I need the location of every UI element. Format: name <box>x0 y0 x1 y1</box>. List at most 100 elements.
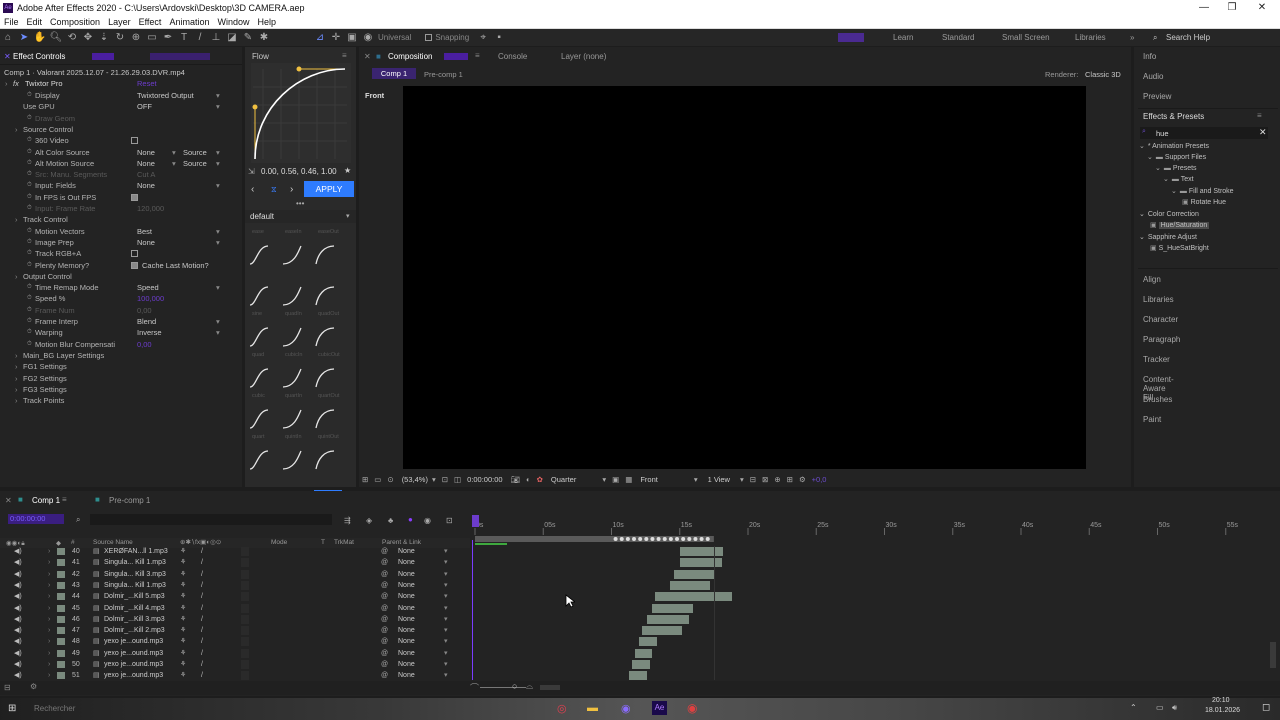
3d-switch[interactable] <box>241 671 249 681</box>
effect-row[interactable]: ⏱ Motion Blur Compensati 0,00 <box>0 339 242 350</box>
frame-blending-icon[interactable]: ● <box>408 515 413 524</box>
menu-file[interactable]: File <box>0 17 23 27</box>
layer-duration-bar[interactable] <box>679 558 723 568</box>
expand-chevron-icon[interactable]: ⌄ <box>1147 154 1153 161</box>
expand-chevron-icon[interactable]: › <box>15 124 18 135</box>
effect-row[interactable]: › FG3 Settings <box>0 384 242 395</box>
parent-select[interactable]: None <box>398 546 415 557</box>
preset-curve-thumbnail[interactable] <box>314 367 338 391</box>
eraser-tool-icon[interactable]: ◪ <box>224 30 240 45</box>
effect-property-value[interactable]: 0,00 <box>137 305 152 316</box>
preset-curve-thumbnail[interactable] <box>248 449 272 473</box>
label-color-swatch[interactable] <box>57 548 65 555</box>
effect-row[interactable]: ⏱ Frame Interp Blend ▾ <box>0 316 242 327</box>
quality-switch-icon[interactable]: / <box>201 546 203 557</box>
chrome-icon[interactable]: ◉ <box>687 701 697 715</box>
effect-row[interactable]: › FG2 Settings <box>0 373 242 384</box>
preset-curve-thumbnail[interactable] <box>248 326 272 350</box>
menu-help[interactable]: Help <box>253 17 280 27</box>
quality-switch-icon[interactable]: / <box>201 670 203 681</box>
layer-duration-bar[interactable] <box>638 637 657 647</box>
preset-curve-thumbnail[interactable] <box>314 408 338 432</box>
effect-row[interactable]: › FG1 Settings <box>0 361 242 372</box>
3d-switch[interactable] <box>241 660 249 669</box>
pickwhip-icon[interactable]: @ <box>381 580 388 591</box>
expand-chevron-icon[interactable]: › <box>15 350 18 361</box>
pickwhip-icon[interactable]: @ <box>381 557 388 568</box>
fx-icon[interactable]: fx <box>13 78 19 89</box>
shy-switch-icon[interactable]: ⚘ <box>180 659 186 670</box>
panel-libraries[interactable]: Libraries <box>1143 295 1174 304</box>
resolution-dropdown-icon[interactable]: ▾ <box>602 475 606 484</box>
shy-layers-icon[interactable]: ♣ <box>388 516 393 525</box>
layer-row[interactable]: ◀) › 42 ▤ Singula... Kill 3.mp3 ⚘ / @ None ▾ <box>0 569 1280 580</box>
layer-name[interactable]: yexo je...ound.mp3 <box>104 648 163 659</box>
effect-property-value[interactable]: Inverse <box>137 327 162 338</box>
snapshot-icon[interactable]: 📷︎ <box>511 475 521 484</box>
volume-icon[interactable]: 🔊︎ <box>1172 703 1177 713</box>
effect-row[interactable]: ⏱ 360 Video <box>0 135 242 146</box>
parent-select[interactable]: None <box>398 603 415 614</box>
camera-view-select[interactable]: Front <box>640 475 658 484</box>
stopwatch-icon[interactable]: ⏱ <box>27 169 32 180</box>
stopwatch-icon[interactable]: ⏱ <box>27 113 32 124</box>
pen-tool-icon[interactable]: ✒ <box>160 30 176 45</box>
transparency-grid-icon[interactable]: ▦ <box>625 475 632 484</box>
layer-duration-bar[interactable] <box>646 614 690 624</box>
effect-property-value[interactable]: None <box>137 180 155 191</box>
panel-brushes[interactable]: Brushes <box>1143 395 1172 404</box>
effect-row[interactable]: ⏱ Frame Num 0,00 <box>0 305 242 316</box>
effect-property-value-scrub[interactable]: 100,000 <box>137 293 164 304</box>
quality-switch-icon[interactable]: / <box>201 569 203 580</box>
chevron-down-icon[interactable]: ▾ <box>444 569 448 580</box>
preset-group-select[interactable]: default ▾ <box>245 210 356 223</box>
windows-start-icon[interactable]: ⊞ <box>8 703 16 714</box>
clear-search-icon[interactable]: ✕ <box>1259 127 1267 138</box>
view-layout-dropdown-icon[interactable]: ▾ <box>740 475 744 484</box>
parent-select[interactable]: None <box>398 569 415 580</box>
expand-chevron-icon[interactable]: › <box>15 384 18 395</box>
layer-name[interactable]: Dolmir_...Kill 3.mp3 <box>104 614 165 625</box>
audio-toggle-icon[interactable]: ◀) <box>14 625 22 636</box>
app-icon-red[interactable]: ◎ <box>557 702 567 715</box>
toggle-switches-icon[interactable]: ⚙ <box>30 682 37 691</box>
effect-property-value[interactable]: Best <box>137 226 152 237</box>
menu-window[interactable]: Window <box>213 17 253 27</box>
stopwatch-icon[interactable]: ⏱ <box>27 282 32 293</box>
layer-row[interactable]: ◀) › 45 ▤ Dolmir_...Kill 4.mp3 ⚘ / @ None ▾ <box>0 603 1280 614</box>
stopwatch-icon[interactable]: ⏱ <box>27 158 32 169</box>
audio-toggle-icon[interactable]: ◀) <box>14 659 22 670</box>
discord-icon[interactable]: ◉ <box>621 702 631 715</box>
effect-row[interactable]: › Main_BG Layer Settings <box>0 350 242 361</box>
effect-row[interactable]: › Source Control <box>0 124 242 135</box>
notifications-icon[interactable]: ◻ <box>1262 702 1270 713</box>
layer-row[interactable]: ◀) › 43 ▤ Singula... Kill 1.mp3 ⚘ / @ None ▾ <box>0 580 1280 591</box>
expand-chevron-icon[interactable]: › <box>15 361 18 372</box>
preset-curve-thumbnail[interactable] <box>314 285 338 309</box>
maximize-button[interactable]: ❐ <box>1218 0 1246 16</box>
shy-switch-icon[interactable]: ⚘ <box>180 603 186 614</box>
axis-view-icon[interactable]: ▣ <box>344 30 360 45</box>
layer-row[interactable]: ◀) › 41 ▤ Singula... Kill 1.mp3 ⚘ / @ None ▾ <box>0 557 1280 568</box>
zoom-dropdown-icon[interactable]: ▾ <box>432 475 436 484</box>
label-color-swatch[interactable] <box>57 672 65 680</box>
expand-chevron-icon[interactable]: › <box>48 648 50 659</box>
preset-curve-thumbnail[interactable] <box>314 326 338 350</box>
shy-switch-icon[interactable]: ⚘ <box>180 670 186 681</box>
draft-3d-icon[interactable]: ◈ <box>366 516 372 525</box>
quality-switch-icon[interactable]: / <box>201 591 203 602</box>
workspace-learn[interactable]: Learn <box>893 33 913 42</box>
effect-folder[interactable]: ⌄ ▬ Support Files <box>1147 153 1206 161</box>
effect-row[interactable]: ⏱ Time Remap Mode Speed ▾ <box>0 282 242 293</box>
preset-curve-thumbnail[interactable] <box>314 244 338 268</box>
effect-row[interactable]: ⏱ Warping Inverse ▾ <box>0 327 242 338</box>
label-color-swatch[interactable] <box>57 649 65 657</box>
pickwhip-icon[interactable]: @ <box>381 546 388 557</box>
expand-chevron-icon[interactable]: › <box>48 569 50 580</box>
effect-row[interactable]: › Output Control <box>0 271 242 282</box>
expand-chevron-icon[interactable]: › <box>48 580 50 591</box>
preset-curve-thumbnail[interactable] <box>248 285 272 309</box>
workspace-libraries[interactable]: Libraries <box>1075 33 1106 42</box>
effects-search-input[interactable]: ⌕ hue ✕ <box>1140 127 1268 139</box>
audio-toggle-icon[interactable]: ◀) <box>14 614 22 625</box>
